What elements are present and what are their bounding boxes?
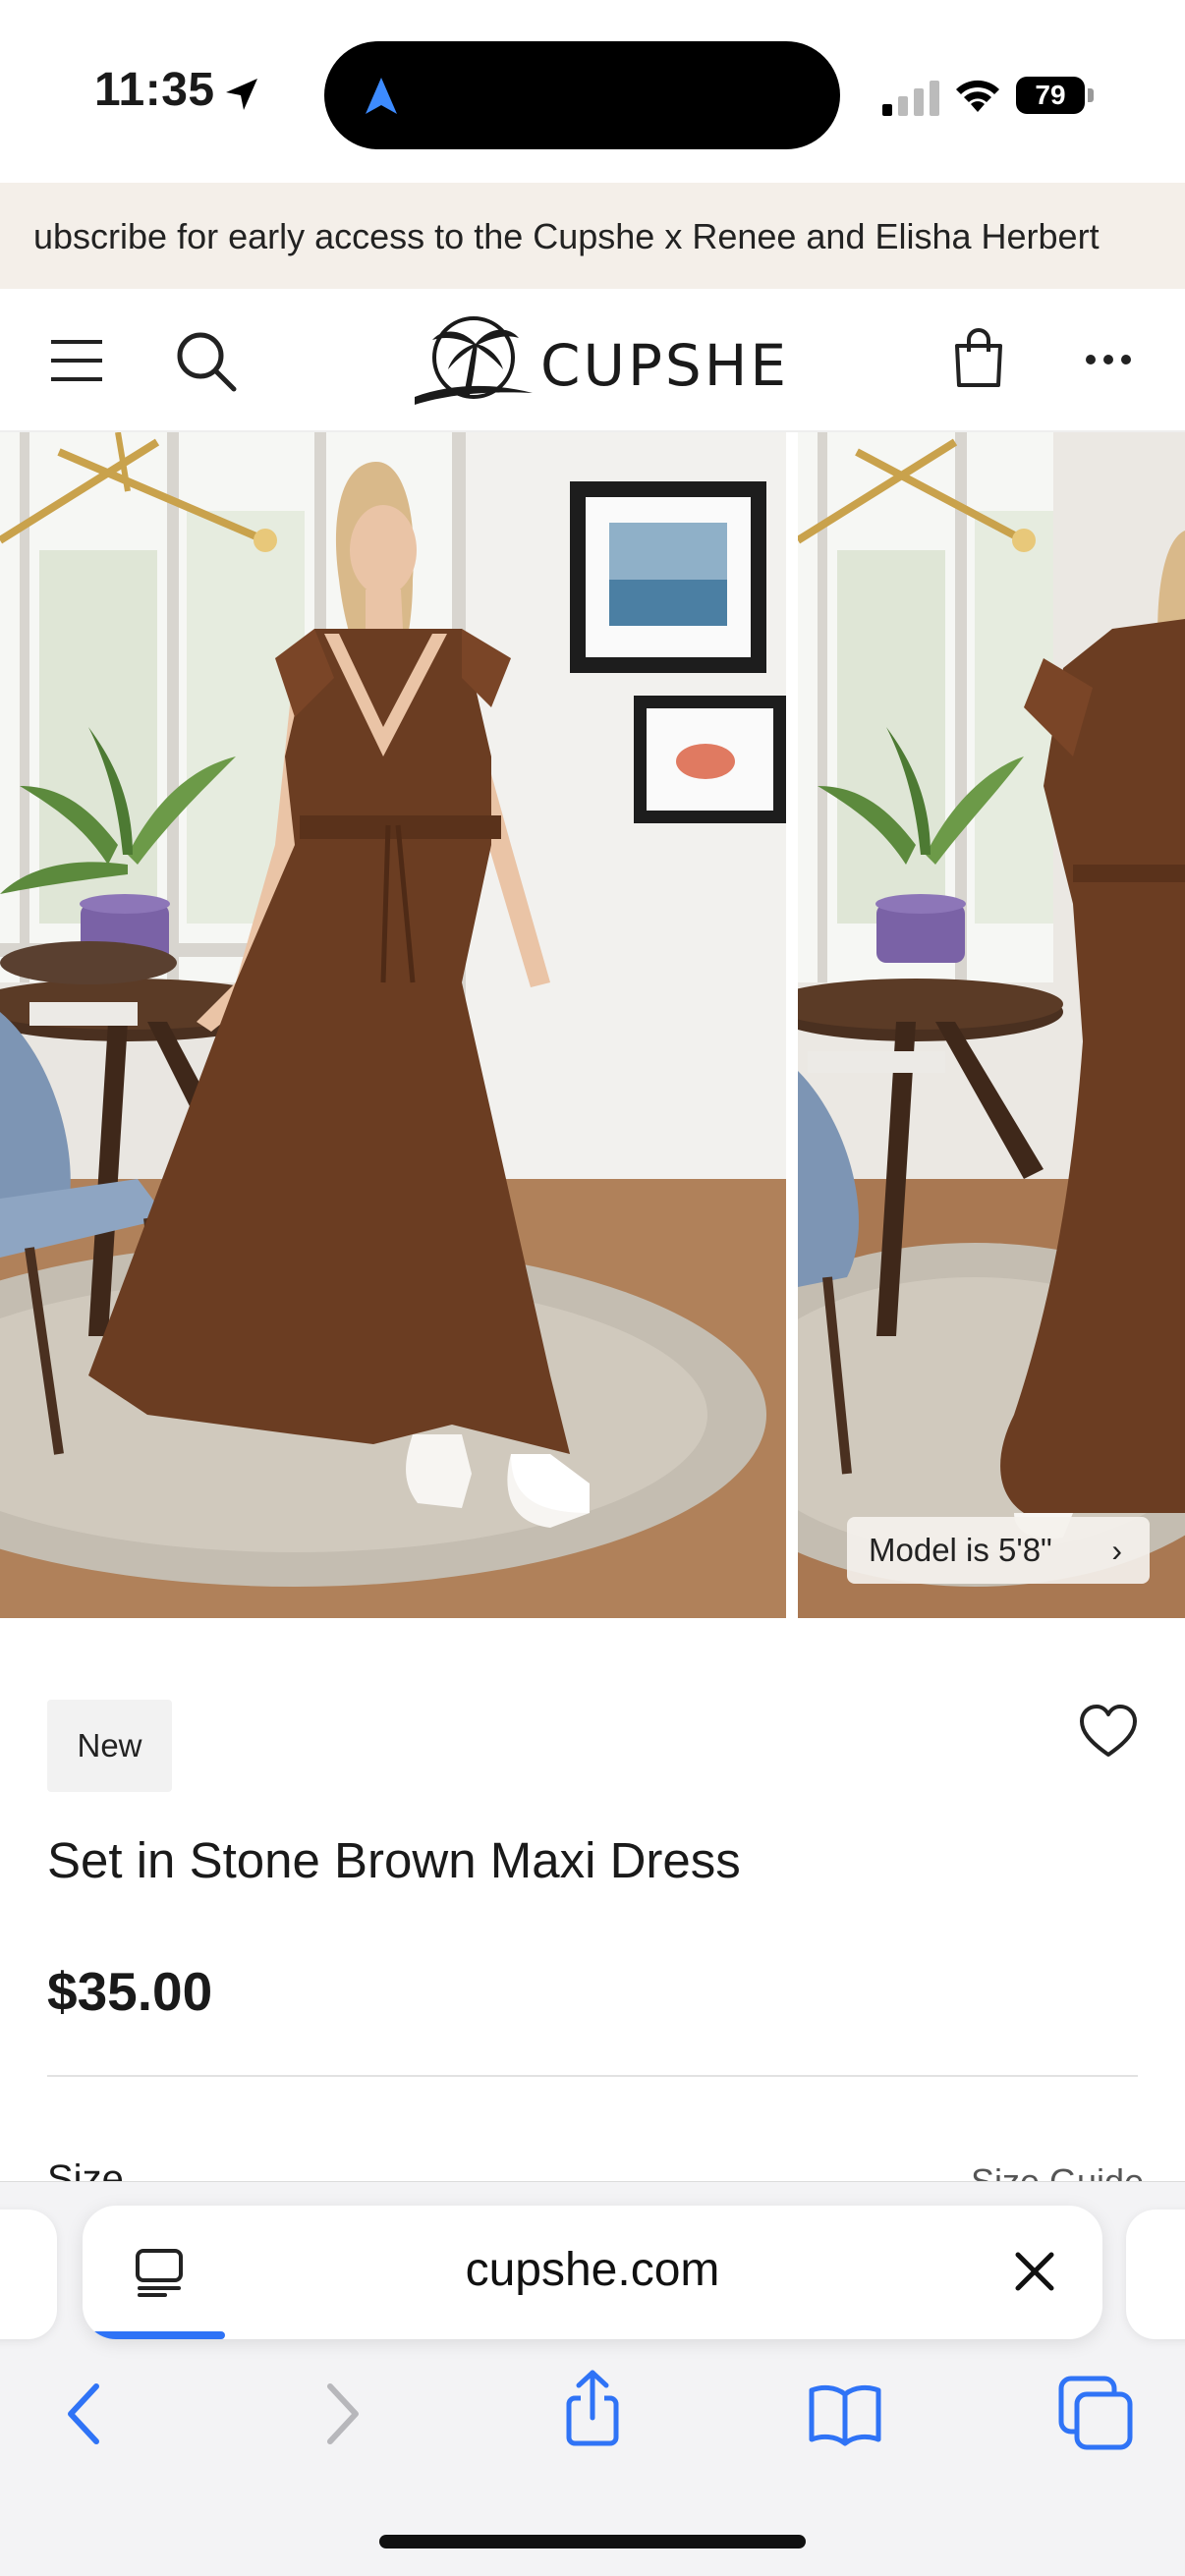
site-header: CUPSHE [0,289,1185,432]
model-height-chip[interactable]: Model is 5'8" › [847,1517,1150,1584]
product-photo-front[interactable] [0,432,786,1618]
palm-tree-logo-icon [415,316,533,405]
cellular-signal-icon [882,81,939,116]
dynamic-island [324,41,840,149]
new-badge: New [47,1700,172,1792]
tabs-icon[interactable] [1057,2375,1136,2453]
status-time: 11:35 [94,64,215,116]
close-icon[interactable] [1010,2247,1059,2296]
shopping-bag-icon[interactable] [953,328,1004,387]
more-dots-icon[interactable] [1085,354,1132,365]
battery-icon: 79 [1016,77,1095,114]
product-title: Set in Stone Brown Maxi Dress [47,1832,741,1888]
product-photo-back-image [798,432,1185,1618]
browser-toolbar: cupshe.com [0,2181,1185,2576]
page-load-progress [83,2331,226,2339]
status-bar: 11:35 79 [0,0,1185,182]
brand-logo[interactable]: CUPSHE [413,314,786,409]
chevron-right-icon: › [1111,1533,1122,1568]
model-height-text: Model is 5'8" [869,1532,1052,1568]
bookmarks-icon[interactable] [806,2375,884,2453]
back-chevron-icon[interactable] [45,2375,124,2453]
location-arrow-icon [226,79,257,110]
previous-tab-preview[interactable] [0,2210,57,2339]
battery-level: 79 [1016,77,1085,114]
share-icon[interactable] [553,2369,632,2447]
product-photo-front-image [0,432,786,1618]
divider [47,2075,1138,2077]
product-image-carousel[interactable]: Model is 5'8" › [0,432,1185,1623]
product-photo-back[interactable] [798,432,1185,1618]
battery-tip [1088,88,1094,102]
navigation-app-icon [366,78,397,114]
heart-icon[interactable] [1079,1704,1138,1759]
wifi-icon [956,80,999,112]
brand-name: CUPSHE [540,332,790,399]
search-icon[interactable] [175,330,238,393]
home-indicator [379,2535,806,2548]
address-bar[interactable]: cupshe.com [83,2206,1102,2339]
forward-chevron-icon[interactable] [303,2375,381,2453]
announcement-bar[interactable]: ubscribe for early access to the Cupshe … [0,183,1185,289]
url-text[interactable]: cupshe.com [83,2243,1102,2297]
product-price: $35.00 [47,1961,213,2022]
announcement-text: ubscribe for early access to the Cupshe … [33,216,1100,256]
next-tab-preview[interactable] [1126,2210,1185,2339]
hamburger-menu-icon[interactable] [51,338,102,383]
